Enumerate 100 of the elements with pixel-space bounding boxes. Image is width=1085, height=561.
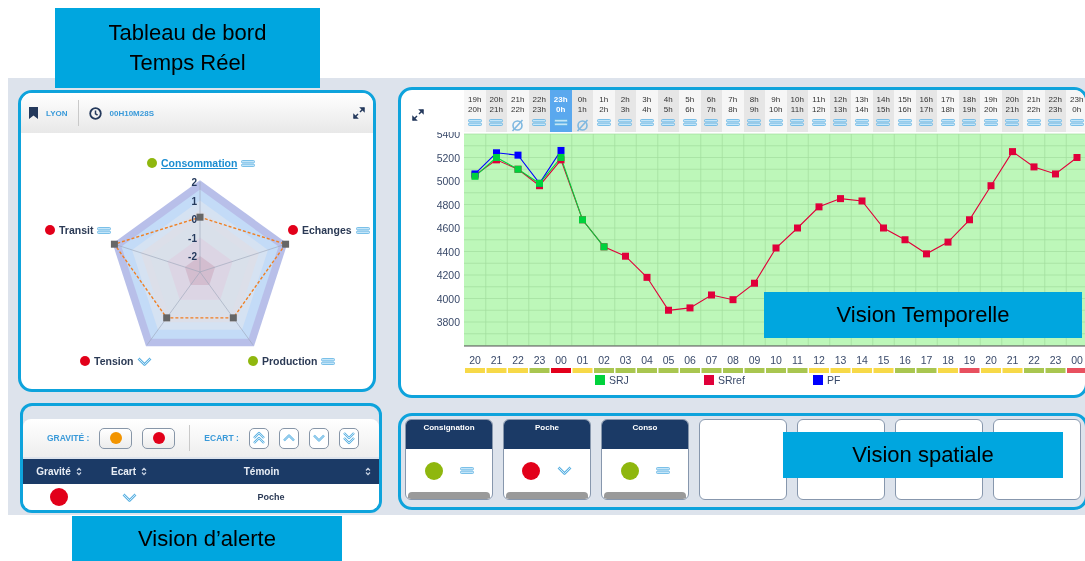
sort-icon[interactable] bbox=[75, 467, 82, 476]
axis-tick-label: 21 bbox=[490, 354, 503, 366]
equal-icon bbox=[854, 119, 869, 126]
time-slot[interactable]: 17h 18h bbox=[937, 90, 959, 132]
time-slot[interactable]: 19h 20h bbox=[980, 90, 1002, 132]
axis-tick-label: 11 bbox=[792, 354, 803, 366]
square-marker bbox=[229, 314, 237, 322]
data-point bbox=[880, 224, 887, 232]
legend-label: SRJ bbox=[609, 374, 629, 386]
axis-tick-label: 09 bbox=[748, 354, 761, 366]
timer-label: 00H10M28S bbox=[109, 108, 154, 118]
axis-tick-label: 13 bbox=[834, 354, 847, 366]
equal-icon bbox=[790, 119, 805, 126]
axis-tick-label: 4200 bbox=[436, 269, 460, 281]
time-slot[interactable]: 2h 3h bbox=[614, 90, 636, 132]
equal-icon bbox=[983, 119, 998, 126]
time-slot[interactable]: 20h 21h bbox=[485, 90, 507, 132]
time-slot[interactable]: 12h 13h bbox=[829, 90, 851, 132]
table-cell: Poche bbox=[257, 492, 285, 502]
time-slot[interactable]: 10h 11h bbox=[786, 90, 808, 132]
time-slot[interactable]: 4h 5h bbox=[657, 90, 679, 132]
indicator-card[interactable]: Poche bbox=[503, 419, 591, 500]
data-point bbox=[987, 182, 995, 190]
time-slot[interactable]: 8h 9h bbox=[743, 90, 765, 132]
equal-icon bbox=[725, 119, 740, 126]
time-slot[interactable]: 6h 7h bbox=[700, 90, 722, 132]
double-chevron-up-icon bbox=[251, 431, 266, 445]
double-chevron-down-icon bbox=[341, 431, 356, 445]
chevron-down-icon bbox=[137, 356, 153, 366]
sort-icon[interactable] bbox=[365, 467, 371, 476]
time-slot[interactable]: 20h 21h bbox=[1001, 90, 1023, 132]
clock-icon bbox=[88, 106, 102, 120]
gap-filter-button[interactable] bbox=[278, 427, 299, 449]
sort-icon[interactable] bbox=[141, 467, 147, 476]
data-point bbox=[944, 238, 952, 246]
time-slot[interactable]: 1h 2h bbox=[593, 90, 615, 132]
axis-tick-label: 23 bbox=[1049, 354, 1062, 366]
time-slot[interactable]: 15h 16h bbox=[894, 90, 916, 132]
gravity-filter-button[interactable] bbox=[99, 427, 133, 449]
time-slot[interactable]: 16h 17h bbox=[915, 90, 937, 132]
time-slot[interactable]: 21h 22h bbox=[507, 90, 529, 132]
column-header[interactable]: Témoin bbox=[163, 466, 360, 477]
gravity-filter-button[interactable] bbox=[142, 427, 176, 449]
time-slot[interactable]: 13h 14h bbox=[851, 90, 873, 132]
equal-icon bbox=[1005, 119, 1020, 126]
time-slot[interactable]: 22h 23h bbox=[1044, 90, 1066, 132]
axis-tick-label: 4400 bbox=[436, 245, 460, 258]
time-slot[interactable]: 18h 19h bbox=[958, 90, 980, 132]
table-row[interactable]: Poche bbox=[23, 484, 379, 510]
column-header[interactable]: Ecart bbox=[111, 466, 136, 477]
time-slot[interactable]: 7h 8h bbox=[722, 90, 744, 132]
equal-icon bbox=[811, 119, 826, 126]
indicator-card[interactable]: Conso bbox=[601, 419, 689, 500]
bookmark-icon bbox=[29, 107, 38, 119]
card-title: Consignation bbox=[423, 423, 475, 434]
axis-tick-label: 16 bbox=[899, 354, 911, 366]
expand-icon[interactable] bbox=[412, 109, 424, 121]
time-slot[interactable]: 3h 4h bbox=[636, 90, 658, 132]
data-point bbox=[901, 236, 909, 244]
axis-tick-label: 0 bbox=[191, 214, 197, 226]
time-slot[interactable]: 21h 22h bbox=[1023, 90, 1045, 132]
equal-icon bbox=[661, 119, 676, 126]
square-marker bbox=[282, 240, 290, 248]
data-point bbox=[858, 197, 866, 205]
axis-tick-label: 3800 bbox=[436, 316, 460, 328]
time-slot[interactable]: 14h 15h bbox=[872, 90, 894, 132]
time-slot[interactable]: 9h 10h bbox=[765, 90, 787, 132]
gap-filter-button[interactable] bbox=[338, 427, 359, 449]
indicator-card[interactable]: Consignation bbox=[405, 419, 493, 500]
expand-icon[interactable] bbox=[353, 107, 365, 119]
column-header[interactable]: Gravité bbox=[36, 466, 71, 477]
time-slot[interactable]: 5h 6h bbox=[679, 90, 701, 132]
square-marker bbox=[163, 314, 171, 322]
time-slot[interactable]: 23h 0h bbox=[1066, 90, 1085, 132]
callout-tooltip: Vision Temporelle bbox=[764, 292, 1082, 338]
axis-tick-label: -2 bbox=[188, 251, 197, 263]
axis-tick-label: 14 bbox=[856, 354, 868, 366]
axis-tick-label: 00 bbox=[555, 354, 567, 366]
equal-icon bbox=[682, 119, 697, 126]
equal-icon bbox=[355, 226, 370, 234]
axis-tick-label: 08 bbox=[727, 354, 739, 366]
time-slot[interactable]: 22h 23h bbox=[528, 90, 550, 132]
axis-tick-label: 2 bbox=[191, 177, 197, 188]
equal-icon bbox=[596, 119, 611, 126]
legend-label: PF bbox=[827, 374, 841, 386]
chevron-down-icon bbox=[121, 492, 137, 502]
time-slot[interactable]: 11h 12h bbox=[808, 90, 830, 132]
equal-icon bbox=[532, 119, 547, 126]
square-marker bbox=[196, 213, 204, 221]
axis-tick-label: 20 bbox=[985, 354, 997, 366]
equal-icon bbox=[919, 119, 934, 126]
gap-filter-button[interactable] bbox=[308, 427, 329, 449]
time-slot[interactable]: 0h 1h bbox=[571, 90, 593, 132]
equal-icon bbox=[489, 119, 504, 126]
equal-icon bbox=[1026, 119, 1041, 126]
gap-filter-button[interactable] bbox=[248, 427, 269, 449]
data-point bbox=[622, 252, 629, 260]
equal-icon bbox=[553, 119, 568, 126]
time-slot[interactable]: 19h 20h bbox=[464, 90, 486, 132]
indicator-link[interactable]: Consommation bbox=[161, 157, 238, 169]
